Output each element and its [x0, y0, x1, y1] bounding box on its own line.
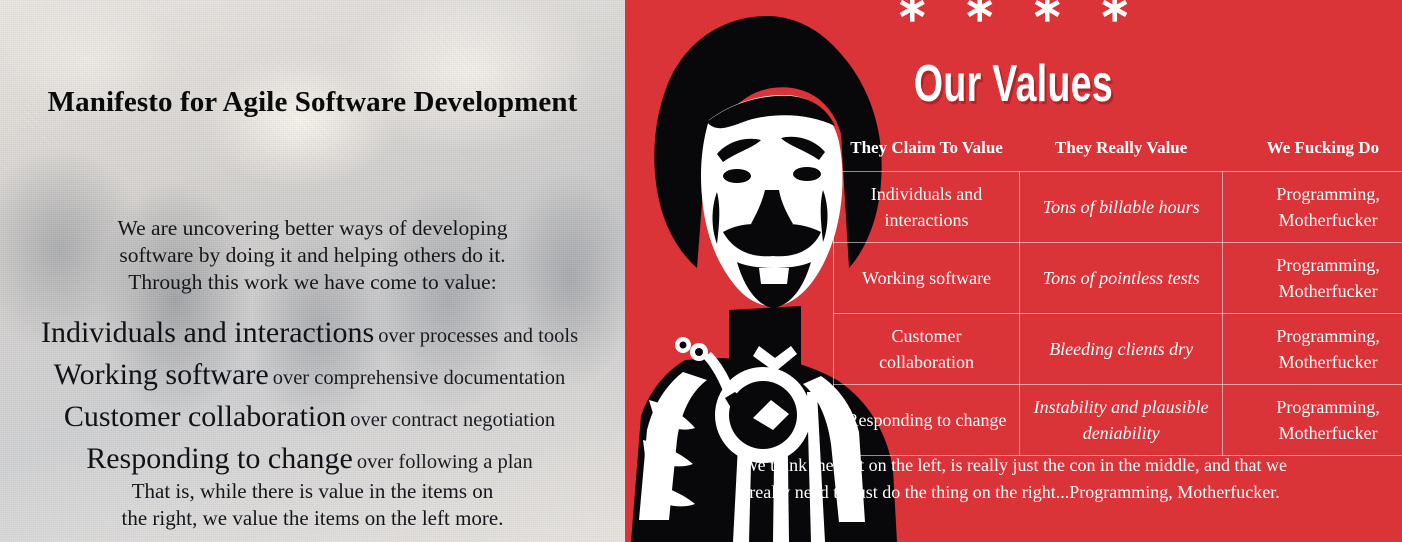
column-header-claim: They Claim To Value [850, 138, 1003, 157]
table-row: Customer collaboration Bleeding clients … [832, 313, 1402, 385]
agile-manifesto-panel: Manifesto for Agile Software Development… [0, 0, 625, 542]
values-table: They Claim To Value They Really Value We… [832, 138, 1402, 456]
intro-line-3: Through this work we have come to value: [128, 270, 497, 294]
cell-wedo-4: Programming, Motherfucker [1222, 384, 1402, 456]
table-row: Individuals and interactions Tons of bil… [832, 171, 1402, 243]
manifesto-closing: That is, while there is value in the ite… [0, 478, 625, 532]
manifesto-value-4-strong: Responding to change [86, 442, 353, 475]
poster-root: Manifesto for Agile Software Development… [0, 0, 1402, 542]
footer-note: We think the shit on the left, is really… [635, 452, 1394, 506]
our-values-heading: Our Values [913, 55, 1114, 113]
closing-line-1: That is, while there is value in the ite… [131, 479, 494, 503]
cell-claim-4: Responding to change [832, 384, 1021, 456]
cell-really-4: Instability and plausible deniability [1019, 384, 1224, 456]
manifesto-content: Manifesto for Agile Software Development… [0, 0, 625, 542]
manifesto-value-1-weak: over processes and tools [378, 325, 579, 347]
manifesto-value-1-strong: Individuals and interactions [40, 316, 375, 349]
cell-wedo-2: Programming, Motherfucker [1222, 242, 1402, 314]
intro-line-1: We are uncovering better ways of develop… [117, 216, 508, 240]
manifesto-value-3-weak: over contract negotiation [350, 409, 556, 431]
our-values-panel: ∗ ∗ ∗ ∗ Our Values They Claim To Value T… [625, 0, 1402, 542]
cell-claim-2: Working software [832, 242, 1021, 314]
footer-line-1: We think the shit on the left, is really… [742, 455, 1287, 475]
manifesto-value-2-strong: Working software [53, 358, 269, 391]
footer-line-2: really need to just do the thing on the … [749, 482, 1280, 502]
manifesto-intro: We are uncovering better ways of develop… [0, 215, 625, 296]
manifesto-value-4-weak: over following a plan [356, 451, 533, 473]
cell-really-1: Tons of billable hours [1019, 171, 1224, 243]
star-divider: ∗ ∗ ∗ ∗ [895, 0, 1144, 30]
column-header-wedo: We Fucking Do [1266, 138, 1380, 157]
manifesto-value-4: Responding to change over following a pl… [0, 440, 619, 482]
manifesto-value-2-weak: over comprehensive documentation [272, 367, 566, 389]
table-row: Working software Tons of pointless tests… [832, 242, 1402, 314]
values-table-body: Individuals and interactions Tons of bil… [832, 171, 1402, 456]
cell-claim-1: Individuals and interactions [832, 171, 1021, 243]
manifesto-value-1: Individuals and interactions over proces… [0, 314, 619, 356]
cell-claim-3: Customer collaboration [832, 313, 1021, 385]
manifesto-value-3: Customer collaboration over contract neg… [0, 398, 619, 440]
column-header-really: They Really Value [1055, 138, 1188, 157]
page-title: Manifesto for Agile Software Development [47, 86, 578, 118]
manifesto-values-list: Individuals and interactions over proces… [0, 314, 619, 482]
cell-wedo-3: Programming, Motherfucker [1222, 313, 1402, 385]
values-table-head: They Claim To Value They Really Value We… [834, 138, 1402, 172]
table-row: Responding to change Instability and pla… [832, 384, 1402, 456]
intro-line-2: software by doing it and helping others … [119, 243, 506, 267]
cell-really-2: Tons of pointless tests [1019, 242, 1224, 314]
manifesto-value-2: Working software over comprehensive docu… [0, 356, 619, 398]
cell-wedo-1: Programming, Motherfucker [1222, 171, 1402, 243]
cell-really-3: Bleeding clients dry [1019, 313, 1224, 385]
values-table-header-row: They Claim To Value They Really Value We… [834, 138, 1402, 172]
closing-line-2: the right, we value the items on the lef… [121, 506, 504, 530]
manifesto-value-3-strong: Customer collaboration [63, 400, 347, 433]
